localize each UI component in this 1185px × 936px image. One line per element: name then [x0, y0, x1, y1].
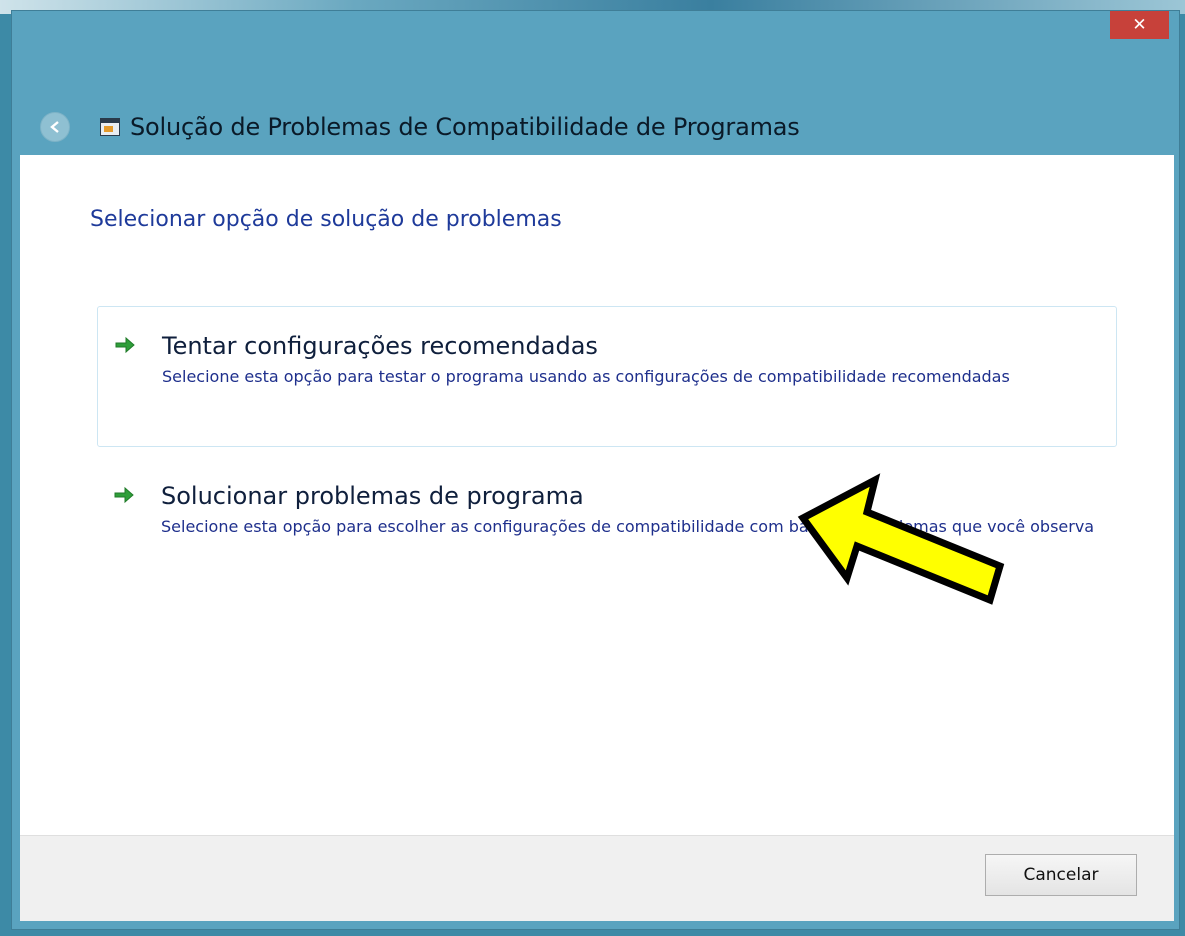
option-try-recommended-settings[interactable]: Tentar configurações recomendadas Seleci… — [97, 306, 1117, 447]
back-button[interactable] — [40, 112, 70, 142]
window-title: Solução de Problemas de Compatibilidade … — [130, 113, 800, 141]
close-button[interactable]: ✕ — [1110, 11, 1169, 39]
compatibility-app-icon — [100, 118, 120, 136]
option-description: Selecione esta opção para testar o progr… — [162, 367, 1010, 386]
footer-bar: Cancelar — [20, 835, 1174, 921]
back-arrow-icon — [50, 121, 59, 133]
green-arrow-icon — [115, 336, 135, 354]
option-title: Tentar configurações recomendadas — [162, 332, 598, 360]
page-heading: Selecionar opção de solução de problemas — [90, 207, 562, 232]
close-icon: ✕ — [1132, 15, 1147, 35]
title-bar: Solução de Problemas de Compatibilidade … — [40, 109, 800, 145]
green-arrow-icon — [114, 486, 134, 504]
yellow-pointer-arrow-icon — [797, 473, 1005, 605]
cancel-button[interactable]: Cancelar — [985, 854, 1137, 896]
